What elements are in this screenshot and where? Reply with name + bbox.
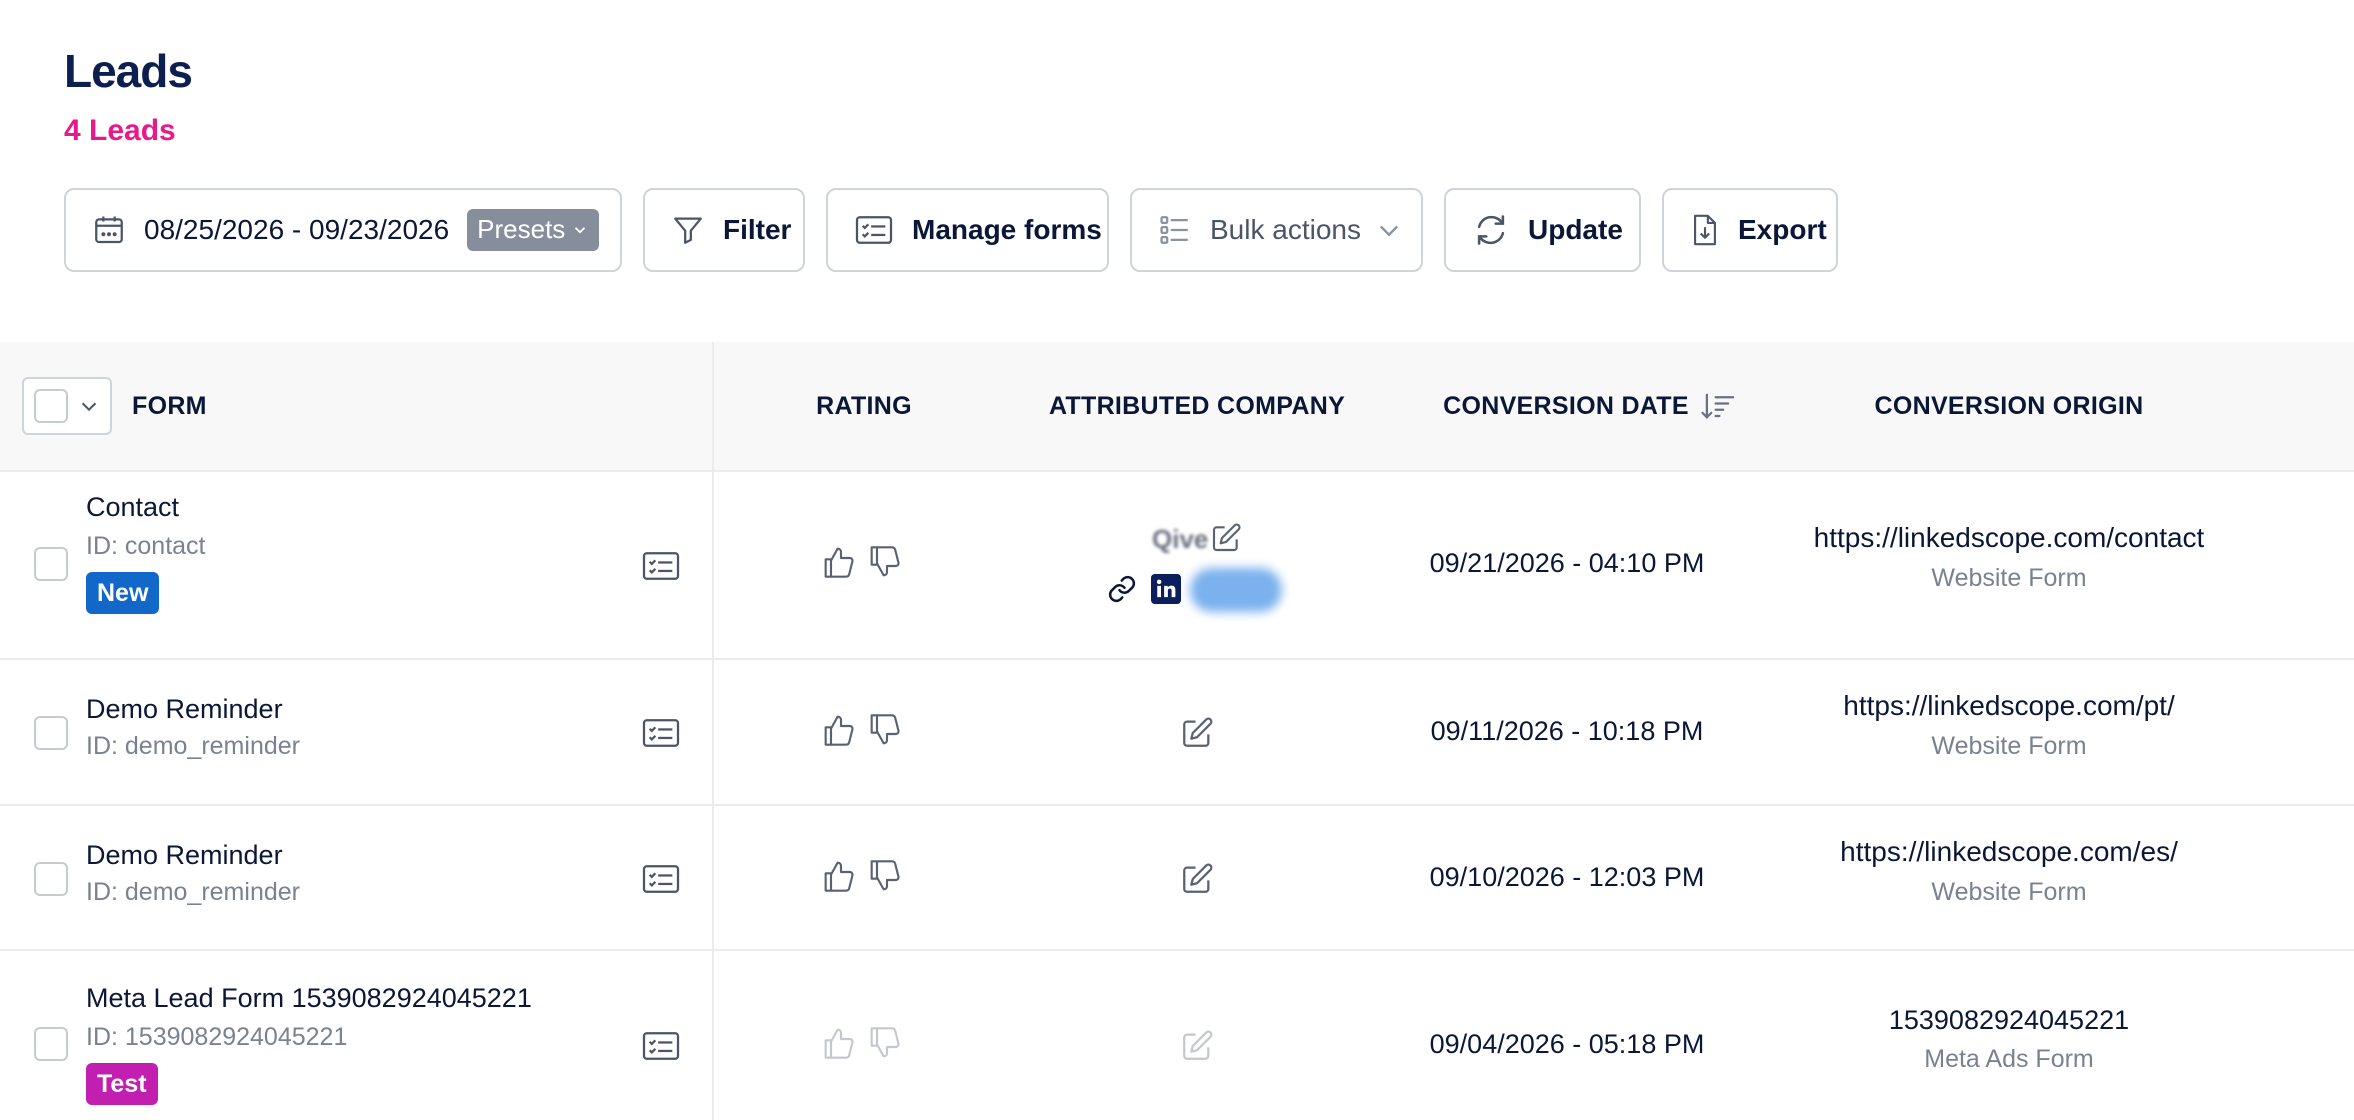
conversion-date: 09/21/2026 - 04:10 PM	[1429, 548, 1705, 578]
thumbs-up-icon[interactable]	[823, 544, 855, 580]
form-name[interactable]: Demo Reminder	[86, 694, 283, 725]
conversion-origin-type: Website Form	[1931, 878, 2087, 906]
column-header-rating[interactable]: RATING	[816, 342, 912, 470]
rating-controls	[823, 858, 901, 894]
sort-desc-icon[interactable]	[1699, 391, 1737, 421]
conversion-origin-url[interactable]: https://linkedscope.com/contact	[1814, 522, 2205, 554]
status-badge: Test	[86, 1063, 158, 1105]
leads-count: 4 Leads	[64, 114, 176, 147]
conversion-date-label: CONVERSION DATE	[1443, 391, 1689, 420]
form-name[interactable]: Contact	[86, 492, 179, 523]
table-header: FORM RATING ATTRIBUTED COMPANY CONVERSIO…	[0, 342, 2354, 470]
thumbs-down-icon[interactable]	[869, 544, 901, 580]
chevron-down-icon	[1379, 225, 1398, 237]
page-title: Leads	[64, 45, 193, 97]
conversion-origin-type: Website Form	[1931, 732, 2087, 760]
update-button[interactable]: Update	[1444, 188, 1641, 272]
select-all-checkbox[interactable]	[34, 389, 68, 423]
refresh-icon	[1477, 215, 1505, 245]
thumbs-down-icon	[870, 1027, 900, 1058]
link-icon[interactable]	[1107, 574, 1137, 604]
conversion-origin-type: Meta Ads Form	[1924, 1045, 2094, 1073]
date-range-picker[interactable]: 08/25/2026 - 09/23/2026 Presets	[64, 188, 622, 272]
bulk-actions-label: Bulk actions	[1210, 214, 1361, 245]
column-header-conversion-origin[interactable]: CONVERSION ORIGIN	[1874, 342, 2143, 470]
form-id: ID: demo_reminder	[86, 878, 300, 906]
status-badge: New	[86, 572, 160, 614]
export-label: Export	[1738, 214, 1827, 245]
table-row[interactable]: Contact ID: contact New Qive 09/21/2026 …	[0, 470, 2354, 658]
edit-icon[interactable]	[1180, 862, 1214, 896]
form-name[interactable]: Demo Reminder	[86, 840, 283, 871]
presets-label: Presets	[477, 214, 566, 244]
file-download-icon	[1694, 214, 1716, 246]
bulk-actions-dropdown[interactable]: Bulk actions	[1130, 188, 1423, 272]
company-website-link[interactable]	[1190, 568, 1282, 612]
form-details-icon[interactable]	[640, 716, 682, 750]
filter-icon	[674, 217, 702, 244]
manage-forms-button[interactable]: Manage forms	[826, 188, 1109, 272]
leads-table: FORM RATING ATTRIBUTED COMPANY CONVERSIO…	[0, 342, 2354, 1120]
thumbs-down-icon[interactable]	[869, 858, 901, 894]
chevron-down-icon	[81, 402, 97, 412]
checklist-icon	[1160, 216, 1188, 244]
thumbs-down-icon[interactable]	[869, 712, 901, 748]
table-row[interactable]: Meta Lead Form 1539082924045221 ID: 1539…	[0, 949, 2354, 1120]
calendar-icon	[95, 216, 123, 244]
form-id: ID: contact	[86, 532, 206, 560]
row-checkbox[interactable]	[34, 547, 68, 581]
edit-icon[interactable]	[1210, 522, 1242, 554]
rating-controls	[823, 1025, 901, 1061]
filter-label: Filter	[723, 214, 792, 245]
presets-dropdown[interactable]: Presets	[467, 209, 600, 251]
conversion-origin-url[interactable]: https://linkedscope.com/pt/	[1843, 690, 2175, 722]
toolbar: 08/25/2026 - 09/23/2026 Presets Filter M…	[64, 188, 1838, 272]
select-all-dropdown[interactable]	[22, 377, 112, 435]
table-row[interactable]: Demo Reminder ID: demo_reminder 09/11/20…	[0, 658, 2354, 804]
linkedin-icon[interactable]	[1151, 574, 1181, 604]
column-divider	[712, 342, 714, 1120]
export-button[interactable]: Export	[1662, 188, 1838, 272]
row-checkbox[interactable]	[34, 1027, 68, 1061]
thumbs-up-icon	[824, 1028, 854, 1059]
manage-forms-label: Manage forms	[912, 214, 1102, 245]
edit-icon	[1183, 1030, 1213, 1060]
conversion-date: 09/11/2026 - 10:18 PM	[1430, 716, 1704, 746]
conversion-origin-type: Website Form	[1931, 564, 2087, 592]
form-list-icon	[855, 216, 893, 244]
column-header-attributed-company[interactable]: ATTRIBUTED COMPANY	[1049, 342, 1345, 470]
company-name[interactable]: Qive	[1152, 524, 1208, 555]
thumbs-up-icon[interactable]	[823, 712, 855, 748]
chevron-down-icon	[575, 226, 586, 234]
rating-controls	[823, 544, 901, 580]
column-header-form[interactable]: FORM	[132, 342, 207, 470]
leads-page: Leads 4 Leads 08/25/2026 - 09/23/2026 Pr…	[0, 0, 2354, 1120]
form-id: ID: demo_reminder	[86, 732, 300, 760]
form-details-icon[interactable]	[640, 549, 682, 583]
form-details-icon[interactable]	[640, 1029, 682, 1063]
row-checkbox[interactable]	[34, 716, 68, 750]
conversion-origin-url[interactable]: https://linkedscope.com/es/	[1840, 836, 2178, 868]
row-checkbox[interactable]	[34, 862, 68, 896]
thumbs-up-icon[interactable]	[823, 858, 855, 894]
table-row[interactable]: Demo Reminder ID: demo_reminder 09/10/20…	[0, 804, 2354, 949]
form-id: ID: 1539082924045221	[86, 1023, 348, 1051]
date-range-text: 08/25/2026 - 09/23/2026	[144, 214, 450, 245]
rating-controls	[823, 712, 901, 748]
filter-button[interactable]: Filter	[643, 188, 805, 272]
column-header-conversion-date[interactable]: CONVERSION DATE	[1443, 342, 1737, 470]
update-label: Update	[1528, 214, 1623, 245]
form-details-icon[interactable]	[640, 862, 682, 896]
conversion-date: 09/10/2026 - 12:03 PM	[1429, 862, 1705, 892]
form-name[interactable]: Meta Lead Form 1539082924045221	[86, 983, 532, 1014]
edit-icon[interactable]	[1180, 716, 1214, 750]
conversion-origin-id: 1539082924045221	[1888, 1005, 2130, 1035]
conversion-date: 09/04/2026 - 05:18 PM	[1429, 1029, 1705, 1059]
